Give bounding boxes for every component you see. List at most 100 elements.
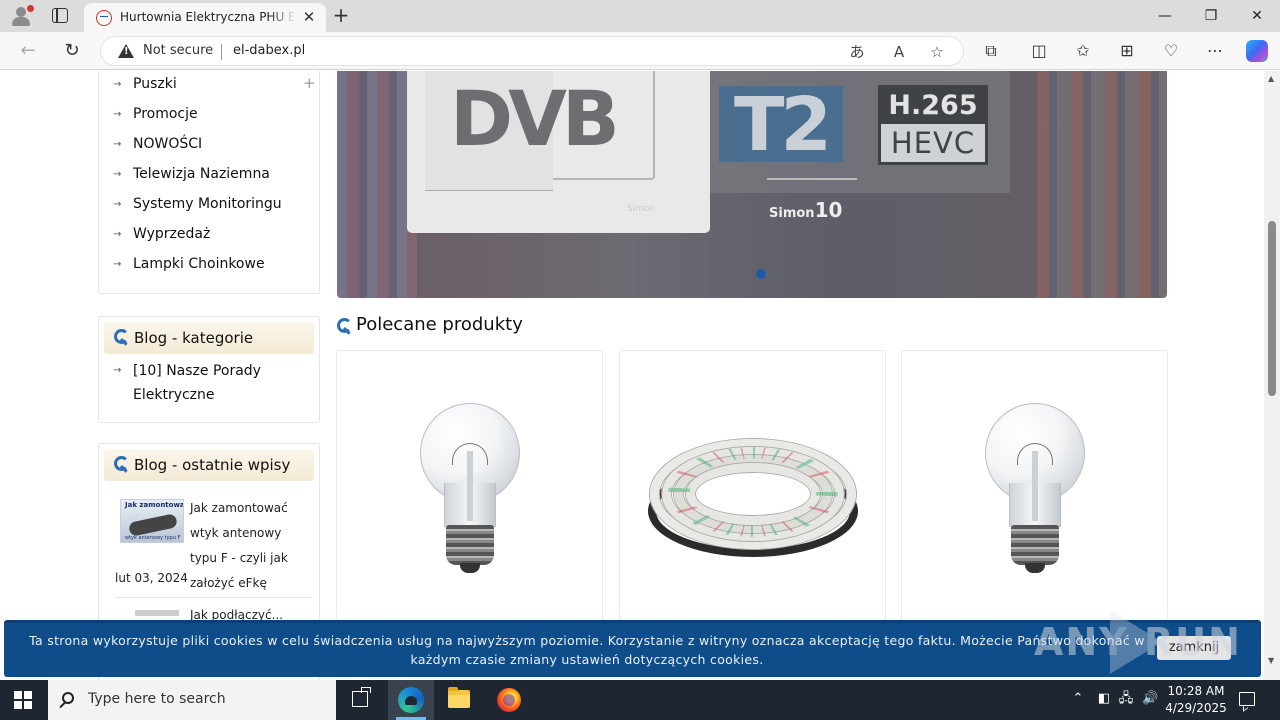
blog-categories-box: Blog - kategorie → [10] Nasze Porady Ele… [98,316,320,423]
product-card[interactable] [336,350,603,630]
extensions-icon[interactable]: ⧉ [980,40,1002,62]
profile-icon[interactable] [10,5,34,27]
arrow-bullet-icon: → [113,229,122,240]
t2-logo: T2 [719,86,843,164]
category-item-systemy-monitoringu[interactable]: → Systemy Monitoringu [113,196,313,226]
favorite-icon[interactable]: ☆ [927,42,947,62]
slider-background [337,71,417,298]
site-favicon-icon [96,10,112,26]
notification-icon[interactable] [1239,692,1255,706]
hevc-logo-top: H.265 [881,88,985,124]
windows-start-icon[interactable] [14,691,32,709]
tab-title: Hurtownia Elektryczna PHU EL-DABEX [120,10,296,24]
browser-essentials-icon[interactable]: ♡ [1160,40,1182,62]
blog-category-item[interactable]: → [10] Nasze Porady Elektryczne [113,359,313,407]
category-item-wyprzedaz[interactable]: → Wyprzedaż [113,226,313,256]
post-thumbnail[interactable] [135,610,179,616]
browser-tab-active[interactable]: Hurtownia Elektryczna PHU EL-DABEX ✕ [84,3,326,32]
product-image-led-strip[interactable] [648,429,858,559]
wrench-icon [337,318,353,334]
slider-background [1037,71,1167,298]
thumbnail-caption: Jak zamontować [125,501,184,509]
product-card[interactable] [901,350,1168,630]
firefox-icon[interactable] [497,688,521,712]
arrow-bullet-icon: → [113,365,122,376]
page-scrollbar[interactable]: ▲ ▼ [1264,71,1280,680]
category-label: Systemy Monitoringu [133,196,282,212]
hevc-logo-bottom: HEVC [890,126,976,160]
favorites-icon[interactable]: ✩ [1072,40,1094,62]
post-date: lut 03, 2024 [115,571,188,585]
browser-toolbar: ← ↻ Not secure el-dabex.pl あ A ☆ ⧉ ◫ ✩ ⊞… [0,32,1280,70]
taskbar-search-box[interactable]: Type here to search [48,680,336,720]
cookie-text: Ta strona wykorzystuje pliki cookies w c… [29,633,1145,667]
collections-icon[interactable]: ⊞ [1116,40,1138,62]
arrow-bullet-icon: → [113,259,122,270]
search-placeholder: Type here to search [88,691,226,707]
close-window-button[interactable]: ✕ [1234,0,1280,32]
cable-image [128,513,178,537]
category-item-promocje[interactable]: → Promocje [113,106,313,136]
slider-dot-active[interactable] [756,269,766,279]
tab-close-button[interactable]: ✕ [300,8,318,26]
translate-icon[interactable]: あ [847,42,867,62]
product-image-light-bulb[interactable] [985,403,1085,575]
url-text[interactable]: el-dabex.pl [233,43,305,58]
tab-actions-icon[interactable] [52,8,68,23]
blog-category-label[interactable]: [10] Nasze Porady Elektryczne [133,359,283,407]
show-hidden-icon[interactable]: ⌃ [1070,691,1086,707]
maximize-button[interactable]: ❐ [1188,0,1234,32]
address-separator [221,44,222,60]
volume-icon[interactable]: 🔊 [1142,691,1158,707]
arrow-bullet-icon: → [113,139,122,150]
new-tab-button[interactable]: + [330,4,352,26]
minimize-button[interactable]: — [1142,0,1188,32]
address-bar[interactable]: Not secure el-dabex.pl あ A ☆ [100,36,964,66]
thumbnail-subcaption: wtyk antenowy typu F [125,535,181,541]
category-label: Lampki Choinkowe [133,256,265,272]
security-status[interactable]: Not secure [143,43,213,58]
category-item-telewizja-naziemna[interactable]: → Telewizja Naziemna [113,166,313,196]
back-icon[interactable]: ← [16,40,40,62]
scroll-down-icon[interactable]: ▼ [1268,656,1274,665]
scroll-up-icon[interactable]: ▲ [1268,74,1274,83]
system-clock[interactable]: 10:28 AM 4/29/2025 [1160,683,1232,717]
category-label: NOWOŚCI [133,136,203,152]
category-label: Puszki [133,76,177,92]
blog-categories-header: Blog - kategorie [104,322,314,354]
task-view-icon[interactable] [352,687,371,707]
banner-slider[interactable]: DVB Simon T2 H.265 HEVC Simon10 [337,71,1167,298]
brand-number: 10 [814,198,843,222]
more-icon[interactable]: ⋯ [1204,40,1226,62]
post-divider [115,597,311,598]
refresh-icon[interactable]: ↻ [60,40,84,62]
post-title-link[interactable]: Jak zamontować wtyk antenowy typu F - cz… [190,496,312,596]
hevc-logo: H.265 HEVC [878,85,988,165]
simon10-logo: Simon10 [769,198,842,222]
category-item-lampki-choinkowe[interactable]: → Lampki Choinkowe [113,256,313,286]
windows-taskbar: Type here to search ⌃ ◧ 🖧 🔊 10:28 AM 4/2… [0,680,1280,720]
network-icon[interactable]: 🖧 [1118,691,1134,707]
wrench-icon [114,329,130,345]
product-card[interactable] [619,350,886,630]
brand-small-label: Simon [627,204,656,214]
read-aloud-icon[interactable]: A [889,42,909,62]
section-title: Polecane produkty [356,314,523,335]
clock-date: 4/29/2025 [1165,701,1227,715]
file-explorer-icon[interactable] [448,687,470,708]
category-item-nowosci[interactable]: → NOWOŚCI [113,136,313,166]
post-thumbnail[interactable]: Jak zamontować wtyk antenowy typu F [120,499,184,543]
meet-now-icon[interactable]: ◧ [1096,691,1112,707]
edge-icon[interactable] [398,687,424,713]
copilot-icon[interactable] [1246,40,1268,62]
product-image-light-bulb[interactable] [420,403,520,575]
warning-icon[interactable] [118,44,134,58]
split-screen-icon[interactable]: ◫ [1028,40,1050,62]
expand-plus-icon[interactable]: + [303,74,316,92]
page-viewport: → Puszki + → Promocje → NOWOŚCI → Telewi… [0,71,1280,680]
arrow-bullet-icon: → [113,169,122,180]
scrollbar-thumb[interactable] [1268,221,1276,396]
category-item-puszki[interactable]: → Puszki + [113,74,316,106]
category-menu: → Puszki + → Promocje → NOWOŚCI → Telewi… [98,71,320,294]
arrow-bullet-icon: → [113,79,122,90]
